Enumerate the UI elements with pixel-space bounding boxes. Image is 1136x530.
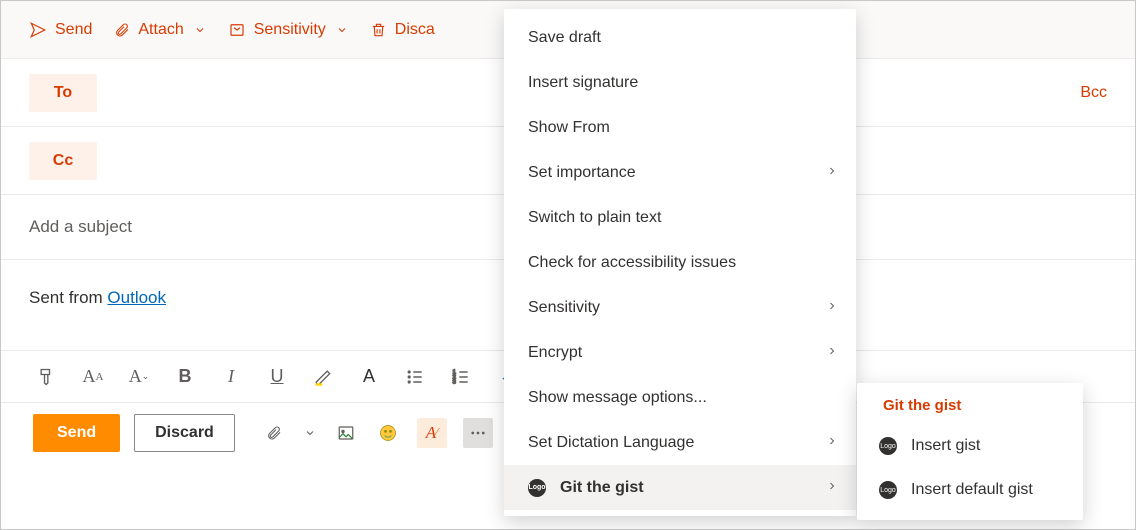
menu-item-label: Switch to plain text: [528, 209, 661, 227]
chevron-right-icon: [826, 164, 838, 182]
menu-item-label: Encrypt: [528, 344, 582, 362]
menu-item-set-dictation-language[interactable]: Set Dictation Language: [504, 420, 856, 465]
font-icon[interactable]: AA: [83, 367, 103, 387]
submenu-item-insert-default-gist[interactable]: Logo Insert default gist: [857, 468, 1083, 512]
bullet-list-icon[interactable]: [405, 367, 425, 387]
menu-item-label: Git the gist: [560, 479, 644, 497]
insert-picture-icon[interactable]: [333, 420, 359, 446]
chevron-right-icon: [826, 479, 838, 497]
emoji-icon[interactable]: [375, 420, 401, 446]
chevron-right-icon: [826, 344, 838, 362]
to-chip[interactable]: To: [29, 74, 97, 112]
paperclip-icon: [114, 21, 130, 39]
submenu-item-insert-gist[interactable]: Logo Insert gist: [857, 424, 1083, 468]
toolbar-sensitivity-button[interactable]: Sensitivity: [228, 21, 348, 39]
toolbar-discard-label: Discard: [395, 21, 435, 39]
menu-item-label: Show message options...: [528, 389, 707, 407]
menu-item-label: Set Dictation Language: [528, 434, 694, 452]
toolbar-sensitivity-label: Sensitivity: [254, 21, 326, 39]
chevron-down-icon: [194, 24, 206, 36]
chevron-right-icon: [826, 299, 838, 317]
menu-item-git-the-gist[interactable]: Logo Git the gist: [504, 465, 856, 510]
discard-button[interactable]: Discard: [134, 414, 235, 452]
toolbar-send-button[interactable]: Send: [29, 21, 92, 39]
underline-icon[interactable]: U: [267, 367, 287, 387]
menu-item-switch-to-plain-text[interactable]: Switch to plain text: [504, 195, 856, 240]
addon-logo-icon: Logo: [879, 437, 897, 455]
bcc-link[interactable]: Bcc: [1080, 84, 1107, 102]
toolbar-send-label: Send: [55, 21, 92, 39]
chevron-right-icon: [826, 434, 838, 452]
git-the-gist-submenu: Git the gist Logo Insert gist Logo Insert d…: [857, 383, 1083, 520]
outlook-link[interactable]: Outlook: [107, 288, 166, 307]
attach-icon-button[interactable]: [261, 420, 287, 446]
menu-item-label: Set importance: [528, 164, 636, 182]
font-size-icon[interactable]: A⌄: [129, 367, 149, 387]
menu-item-label: Insert signature: [528, 74, 638, 92]
submenu-item-label: Insert gist: [911, 437, 980, 455]
italic-icon[interactable]: I: [221, 367, 241, 387]
toolbar-discard-button[interactable]: Discard: [370, 21, 435, 39]
menu-item-save-draft[interactable]: Save draft: [504, 15, 856, 60]
signature-prefix: Sent from: [29, 288, 107, 307]
show-formatting-icon[interactable]: A⁄: [417, 418, 447, 448]
menu-item-label: Save draft: [528, 29, 601, 47]
menu-item-set-importance[interactable]: Set importance: [504, 150, 856, 195]
submenu-item-label: Insert default gist: [911, 481, 1033, 499]
more-options-menu: Save draft Insert signature Show From Set i…: [504, 9, 856, 516]
sensitivity-icon: [228, 21, 246, 39]
bottom-icon-row: A⁄: [261, 418, 493, 448]
addon-logo-icon: Logo: [879, 481, 897, 499]
menu-item-check-for-accessibility-issues[interactable]: Check for accessibility issues: [504, 240, 856, 285]
cc-chip[interactable]: Cc: [29, 142, 97, 180]
menu-item-label: Sensitivity: [528, 299, 600, 317]
toolbar-attach-button[interactable]: Attach: [114, 21, 205, 39]
bold-icon[interactable]: B: [175, 367, 195, 387]
menu-item-show-message-options[interactable]: Show message options...: [504, 375, 856, 420]
chevron-down-icon: [336, 24, 348, 36]
menu-item-sensitivity[interactable]: Sensitivity: [504, 285, 856, 330]
toolbar-attach-label: Attach: [138, 21, 183, 39]
send-button[interactable]: Send: [33, 414, 120, 452]
chevron-down-icon[interactable]: [303, 420, 317, 446]
menu-item-label: Show From: [528, 119, 610, 137]
trash-icon: [370, 21, 387, 39]
highlight-icon[interactable]: [313, 367, 333, 387]
addon-logo-icon: Logo: [528, 479, 546, 497]
svg-text:3: 3: [453, 379, 456, 385]
menu-item-insert-signature[interactable]: Insert signature: [504, 60, 856, 105]
submenu-header: Git the gist: [857, 393, 1083, 424]
menu-item-show-from[interactable]: Show From: [504, 105, 856, 150]
send-icon: [29, 21, 47, 39]
numbered-list-icon[interactable]: 123: [451, 367, 471, 387]
more-options-button[interactable]: [463, 418, 493, 448]
font-color-icon[interactable]: A: [359, 367, 379, 387]
format-painter-icon[interactable]: [37, 367, 57, 387]
menu-item-encrypt[interactable]: Encrypt: [504, 330, 856, 375]
menu-item-label: Check for accessibility issues: [528, 254, 736, 272]
